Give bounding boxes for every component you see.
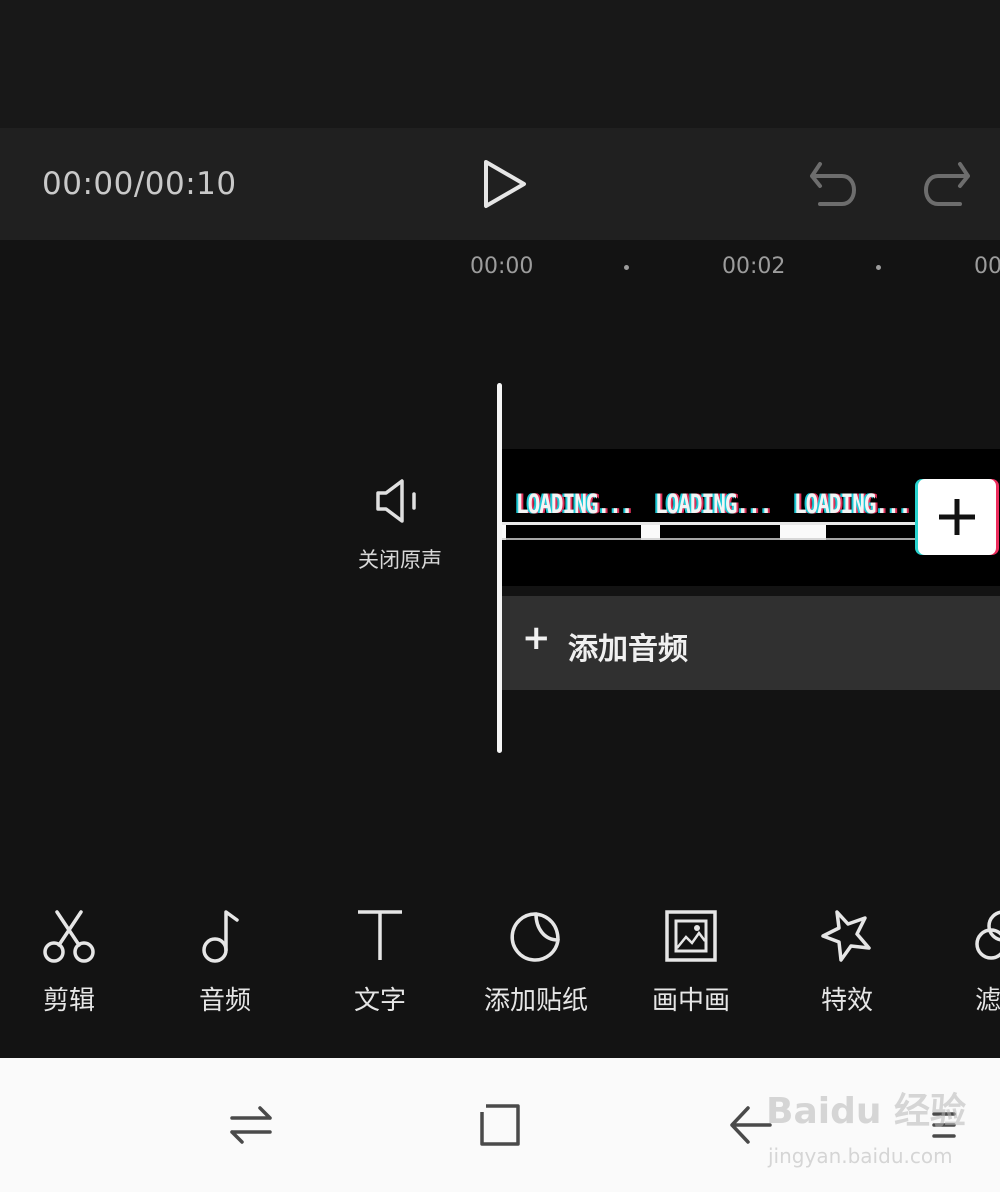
ruler-label-4: 00 [974, 254, 1000, 279]
tool-picture-in-picture[interactable]: 画中画 [616, 906, 766, 1017]
redo-button[interactable] [918, 158, 974, 210]
tool-audio[interactable]: 音频 [150, 906, 300, 1017]
tool-edit[interactable]: 剪辑 [0, 906, 144, 1017]
music-note-icon [202, 910, 239, 963]
play-button[interactable] [476, 156, 532, 212]
redo-icon [924, 162, 970, 206]
play-icon [484, 160, 526, 208]
ruler-label-2: 00:02 [722, 254, 786, 279]
speaker-icon[interactable] [372, 476, 424, 526]
picture-in-picture-icon [665, 910, 717, 962]
status-area [0, 0, 1000, 128]
tool-sticker[interactable]: 添加贴纸 [461, 906, 611, 1017]
time-display: 00:00/00:10 [42, 166, 237, 202]
filter-icon [975, 910, 1000, 960]
video-frame-thumbnail: LOADING... [502, 449, 641, 586]
add-audio-label: 添加音频 [568, 632, 688, 667]
playhead[interactable] [497, 383, 502, 753]
video-frame-thumbnail: LOADING... [641, 449, 780, 586]
plus-icon: + [522, 618, 551, 658]
ruler-dot [876, 265, 881, 270]
add-clip-button[interactable] [918, 479, 996, 555]
tool-text[interactable]: 文字 [305, 906, 455, 1017]
scissors-icon [43, 910, 95, 963]
sticker-icon [510, 912, 560, 962]
ruler-dot [624, 265, 629, 270]
effects-star-icon [821, 910, 871, 962]
bottom-toolbar: 剪辑 音频 文字 添加贴纸 画中画 特效 滤 [0, 880, 1000, 1058]
add-audio-button[interactable]: + 添加音频 [502, 596, 1000, 690]
undo-button[interactable] [806, 158, 862, 210]
switch-apps-icon[interactable] [226, 1100, 276, 1150]
home-icon[interactable] [476, 1100, 526, 1150]
ruler-label-0: 00:00 [470, 254, 534, 279]
tool-filter[interactable]: 滤 [927, 906, 1000, 1017]
plus-icon [939, 499, 975, 535]
player-control-bar: 00:00/00:10 [0, 128, 1000, 240]
mute-original-sound-label[interactable]: 关闭原声 [340, 544, 460, 574]
text-icon [358, 910, 402, 960]
undo-icon [810, 162, 856, 206]
tool-effects[interactable]: 特效 [772, 906, 922, 1017]
baidu-jingyan-watermark: Baidu 经验 jingyan.baidu.com [766, 1091, 967, 1168]
video-frame-thumbnail: LOADING... [780, 449, 919, 586]
